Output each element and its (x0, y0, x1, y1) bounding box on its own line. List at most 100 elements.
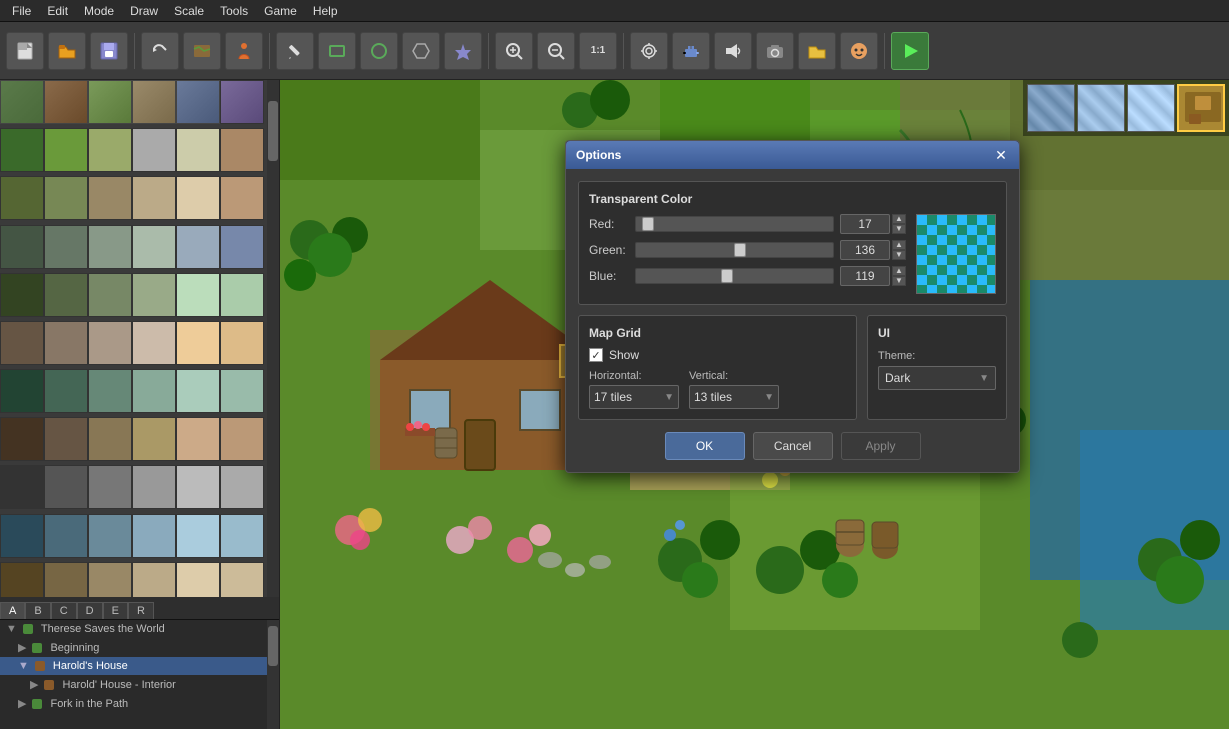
toolbar-zoomin-button[interactable] (495, 32, 533, 70)
tile-cell[interactable] (220, 369, 264, 413)
blue-slider-track[interactable] (635, 268, 834, 284)
toolbar-face-button[interactable] (840, 32, 878, 70)
toolbar-camera-button[interactable] (756, 32, 794, 70)
green-slider-thumb[interactable] (734, 243, 746, 257)
tile-grid[interactable] (0, 80, 279, 597)
red-slider-track[interactable] (635, 216, 834, 232)
tile-cell[interactable] (176, 369, 220, 413)
toolbar-rect-button[interactable] (318, 32, 356, 70)
tile-cell[interactable] (44, 562, 88, 597)
tile-cell[interactable] (44, 417, 88, 461)
tile-cell[interactable] (220, 321, 264, 365)
tile-cell[interactable] (88, 562, 132, 597)
blue-slider-thumb[interactable] (721, 269, 733, 283)
tile-cell[interactable] (0, 273, 44, 317)
tile-cell[interactable] (132, 417, 176, 461)
green-increment-button[interactable]: ▲ (892, 240, 906, 250)
tile-cell[interactable] (0, 369, 44, 413)
layer-item-harolds-house[interactable]: ▼ Harold's House (0, 657, 279, 675)
tile-cell[interactable] (132, 562, 176, 597)
toolbar-pencil-button[interactable] (276, 32, 314, 70)
tile-cell[interactable] (88, 465, 132, 509)
tile-cell[interactable] (176, 562, 220, 597)
tab-b[interactable]: B (25, 602, 50, 619)
toolbar-select-button[interactable] (444, 32, 482, 70)
tile-cell[interactable] (132, 514, 176, 558)
tile-cell[interactable] (44, 369, 88, 413)
red-decrement-button[interactable]: ▼ (892, 224, 906, 234)
tab-c[interactable]: C (51, 602, 77, 619)
toolbar-plugin-button[interactable] (672, 32, 710, 70)
toolbar-zoom100-button[interactable]: 1:1 (579, 32, 617, 70)
tile-cell[interactable] (176, 225, 220, 269)
tile-cell[interactable] (88, 321, 132, 365)
layer-list-scrollbar[interactable] (267, 620, 279, 729)
toolbar-new-button[interactable] (6, 32, 44, 70)
menu-file[interactable]: File (4, 2, 39, 20)
toolbar-circle-button[interactable] (360, 32, 398, 70)
tile-cell[interactable] (132, 176, 176, 220)
tile-grid-scrollbar[interactable] (267, 80, 279, 597)
tile-cell[interactable] (176, 80, 220, 124)
toolbar-save-button[interactable] (90, 32, 128, 70)
cancel-button[interactable]: Cancel (753, 432, 833, 460)
layer-item-harolds-interior[interactable]: ▶ Harold' House - Interior (0, 675, 279, 694)
green-decrement-button[interactable]: ▼ (892, 250, 906, 260)
tile-cell[interactable] (176, 514, 220, 558)
tile-cell[interactable] (132, 80, 176, 124)
tile-cell[interactable] (0, 514, 44, 558)
tile-cell[interactable] (176, 176, 220, 220)
tile-cell[interactable] (176, 417, 220, 461)
tile-cell[interactable] (88, 369, 132, 413)
tile-cell[interactable] (132, 128, 176, 172)
vertical-tiles-select[interactable]: 13 tiles ▼ (689, 385, 779, 409)
tile-cell[interactable] (0, 128, 44, 172)
menu-help[interactable]: Help (305, 2, 346, 20)
tile-cell[interactable] (88, 514, 132, 558)
tile-cell[interactable] (88, 80, 132, 124)
blue-increment-button[interactable]: ▲ (892, 266, 906, 276)
tile-cell[interactable] (220, 128, 264, 172)
theme-select[interactable]: Dark ▼ (878, 366, 996, 390)
red-slider-thumb[interactable] (642, 217, 654, 231)
tile-cell[interactable] (132, 465, 176, 509)
green-value-input[interactable] (840, 240, 890, 260)
tile-cell[interactable] (132, 321, 176, 365)
toolbar-layers-button[interactable] (630, 32, 668, 70)
tile-cell[interactable] (0, 417, 44, 461)
tab-e[interactable]: E (103, 602, 128, 619)
menu-mode[interactable]: Mode (76, 2, 122, 20)
tile-cell[interactable] (132, 225, 176, 269)
tile-cell[interactable] (220, 417, 264, 461)
tile-cell[interactable] (88, 417, 132, 461)
toolbar-folder-button[interactable] (798, 32, 836, 70)
toolbar-fill-button[interactable] (402, 32, 440, 70)
tile-cell[interactable] (88, 128, 132, 172)
tile-cell[interactable] (44, 465, 88, 509)
blue-decrement-button[interactable]: ▼ (892, 276, 906, 286)
ok-button[interactable]: OK (665, 432, 745, 460)
show-grid-checkbox[interactable]: ✓ (589, 348, 603, 362)
toolbar-person-button[interactable] (225, 32, 263, 70)
toolbar-sound-button[interactable] (714, 32, 752, 70)
layer-item-beginning[interactable]: ▶ Beginning (0, 638, 279, 657)
menu-edit[interactable]: Edit (39, 2, 76, 20)
toolbar-undo-button[interactable] (141, 32, 179, 70)
tile-cell[interactable] (176, 465, 220, 509)
tile-cell[interactable] (88, 273, 132, 317)
tile-cell[interactable] (0, 225, 44, 269)
tile-cell[interactable] (44, 225, 88, 269)
layer-scrollbar-thumb[interactable] (268, 626, 278, 666)
mini-tile-3[interactable] (1127, 84, 1175, 132)
mini-tile-1[interactable] (1027, 84, 1075, 132)
tile-cell[interactable] (44, 80, 88, 124)
toolbar-play-button[interactable] (891, 32, 929, 70)
mini-tile-selected[interactable] (1177, 84, 1225, 132)
tile-cell[interactable] (220, 562, 264, 597)
apply-button[interactable]: Apply (841, 432, 921, 460)
tile-cell[interactable] (0, 80, 44, 124)
horizontal-tiles-select[interactable]: 17 tiles ▼ (589, 385, 679, 409)
tile-cell[interactable] (88, 225, 132, 269)
menu-tools[interactable]: Tools (212, 2, 256, 20)
tile-cell[interactable] (0, 465, 44, 509)
